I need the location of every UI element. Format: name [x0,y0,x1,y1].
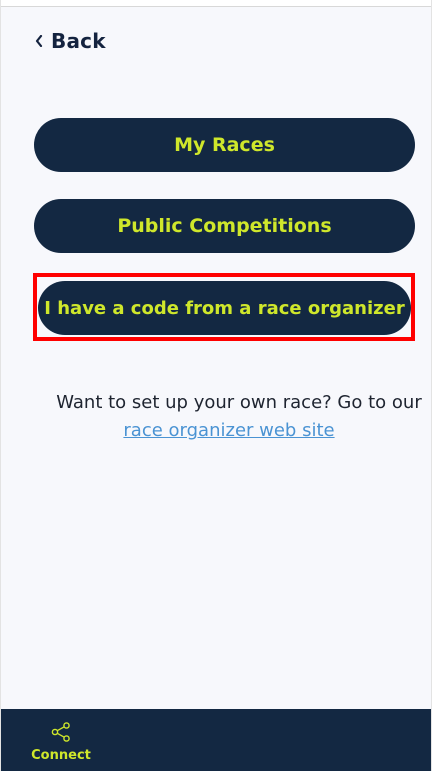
bottom-nav: Connect [1,709,431,771]
my-races-button[interactable]: My Races [34,118,415,172]
back-label: Back [51,29,106,53]
organizer-site-link[interactable]: race organizer web site [123,417,334,445]
connect-tab[interactable]: Connect [25,721,97,763]
app-screen: Back My Races Public Competitions I have… [0,0,432,771]
organizer-promo: Want to set up your own race? Go to our … [1,389,431,445]
promo-text: Want to set up your own race? Go to our [56,392,422,413]
connect-label: Connect [31,748,91,763]
race-code-button[interactable]: I have a code from a race organizer [38,281,411,335]
chevron-left-icon [35,35,43,47]
top-edge [1,0,431,7]
share-icon [51,722,70,742]
public-competitions-button[interactable]: Public Competitions [34,199,415,253]
back-button[interactable]: Back [35,29,106,53]
